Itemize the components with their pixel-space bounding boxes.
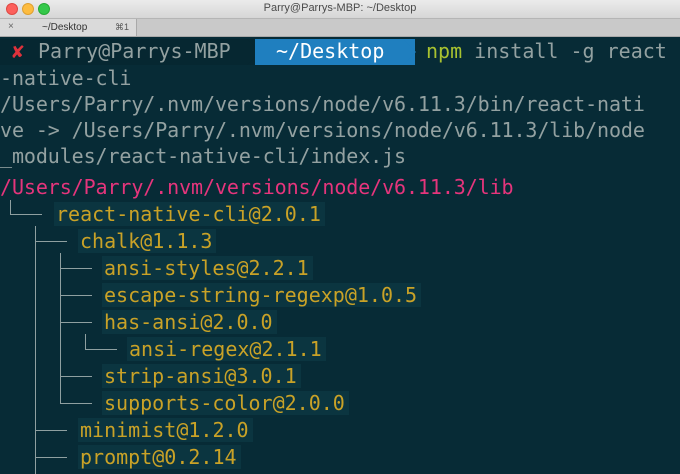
tree-item: prompt@0.2.14: [78, 445, 241, 469]
tree-connector: [10, 214, 42, 215]
output-line: _modules/react-native-cli/index.js: [0, 144, 406, 168]
tree-connector: [85, 349, 117, 350]
tree-connector: [35, 430, 67, 431]
tab-label: ~/Desktop: [42, 22, 88, 33]
tree-connector: [10, 200, 11, 214]
command-name: npm: [426, 39, 463, 63]
install-prefix-path: /Users/Parry/.nvm/versions/node/v6.11.3/…: [0, 175, 514, 199]
tab-desktop[interactable]: × ~/Desktop ⌘1: [0, 19, 137, 36]
tree-connector: [35, 226, 36, 474]
tree-item: minimist@1.2.0: [78, 418, 253, 442]
prompt-user-host: Parry@Parrys-MBP: [38, 39, 231, 63]
tab-bar: × ~/Desktop ⌘1: [0, 19, 680, 37]
prompt-arrow-icon: [403, 39, 416, 65]
tree-connector: [35, 457, 67, 458]
tree-connector: [60, 268, 92, 269]
terminal-content[interactable]: ✘ Parry@Parrys-MBP ~/Desktop npm install…: [0, 37, 680, 474]
tree-connector: [35, 241, 67, 242]
tree-connector: [60, 376, 92, 377]
tree-item: supports-color@2.0.0: [102, 391, 349, 415]
tree-connector: [60, 403, 92, 404]
output-line: /Users/Parry/.nvm/versions/node/v6.11.3/…: [0, 92, 645, 116]
prompt-directory: ~/Desktop: [276, 39, 385, 63]
tab-shortcut: ⌘1: [115, 22, 130, 32]
tree-item: escape-string-regexp@1.0.5: [102, 283, 422, 307]
tree-connector: [60, 295, 92, 296]
tree-connector: [60, 322, 92, 323]
output-line: ve -> /Users/Parry/.nvm/versions/node/v6…: [0, 118, 645, 142]
x-mark-icon: ✘: [12, 39, 25, 63]
title-bar[interactable]: Parry@Parrys-MBP: ~/Desktop: [0, 0, 680, 19]
tree-item: react-native-cli@2.0.1: [54, 202, 325, 226]
tree-item: ansi-styles@2.2.1: [102, 256, 313, 280]
command-args: install -g react: [462, 39, 667, 63]
tree-item: has-ansi@2.0.0: [102, 310, 277, 334]
tree-connector: [60, 253, 61, 403]
tree-item: ansi-regex@2.1.1: [127, 337, 326, 361]
tree-item: strip-ansi@3.0.1: [102, 364, 301, 388]
terminal-window: Parry@Parrys-MBP: ~/Desktop × ~/Desktop …: [0, 0, 680, 474]
tree-connector: [85, 334, 86, 349]
window-title: Parry@Parrys-MBP: ~/Desktop: [263, 2, 417, 14]
output-line: -native-cli: [0, 66, 132, 90]
tree-item: chalk@1.1.3: [78, 229, 217, 253]
command-line: npm install -g react: [426, 38, 667, 64]
tab-close-icon[interactable]: ×: [8, 21, 14, 32]
